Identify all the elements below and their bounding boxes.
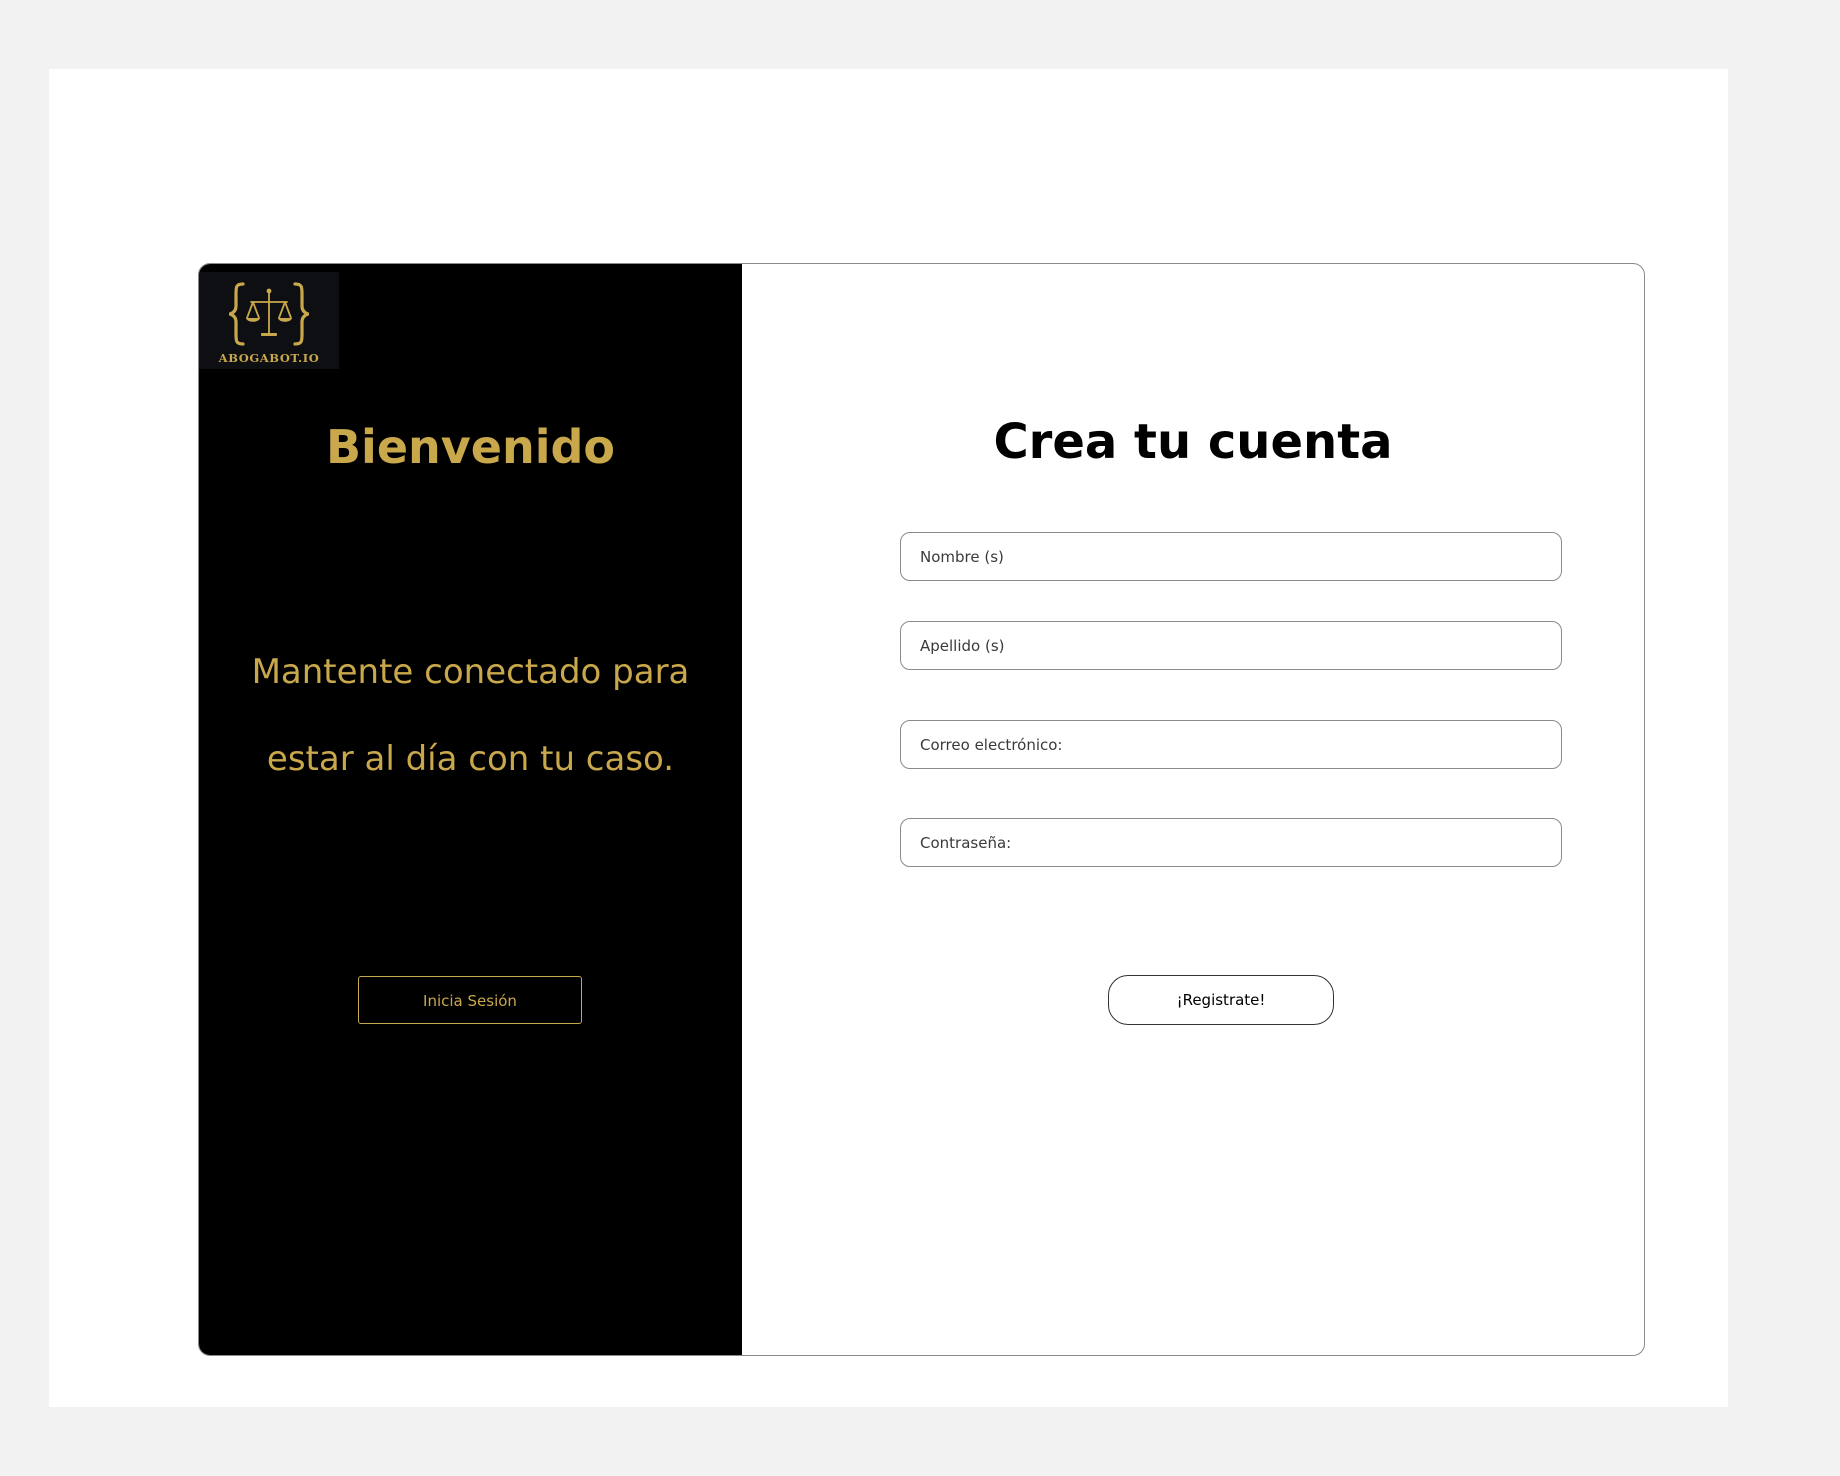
tagline-line-1: Mantente conectado para — [251, 652, 690, 692]
welcome-tagline: Mantente conectado para estar al día con… — [199, 629, 742, 803]
last-name-field[interactable]: Apellido (s) — [900, 621, 1562, 670]
welcome-panel: ABOGABOT.IO Bienvenido Mantente conectad… — [199, 264, 742, 1355]
first-name-field[interactable]: Nombre (s) — [900, 532, 1562, 581]
scales-of-justice-icon — [229, 282, 309, 346]
form-title: Crea tu cuenta — [993, 414, 1393, 470]
email-field[interactable]: Correo electrónico: — [900, 720, 1562, 769]
signup-card: ABOGABOT.IO Bienvenido Mantente conectad… — [198, 263, 1645, 1356]
login-button[interactable]: Inicia Sesión — [358, 976, 582, 1024]
page-canvas: ABOGABOT.IO Bienvenido Mantente conectad… — [49, 69, 1728, 1407]
tagline-line-2: estar al día con tu caso. — [266, 739, 675, 779]
welcome-heading: Bienvenido — [325, 420, 615, 474]
register-button[interactable]: ¡Registrate! — [1108, 975, 1334, 1025]
brand-logo: ABOGABOT.IO — [199, 272, 339, 369]
logo-wordmark: ABOGABOT.IO — [218, 351, 320, 365]
password-field[interactable]: Contraseña: — [900, 818, 1562, 867]
